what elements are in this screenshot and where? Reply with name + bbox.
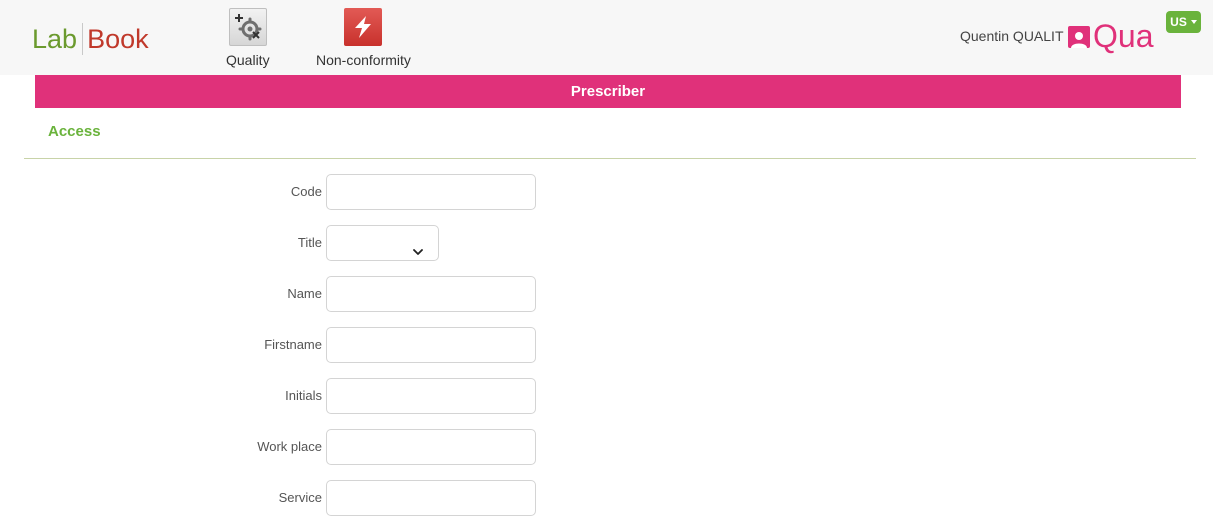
code-input[interactable] <box>326 174 536 210</box>
page-title-band: Prescriber <box>35 75 1181 108</box>
name-label: Name <box>287 286 322 301</box>
initials-label: Initials <box>285 388 322 403</box>
form-row-firstname: Firstname <box>0 327 600 363</box>
code-label: Code <box>290 184 322 199</box>
form-row-name: Name <box>0 276 600 312</box>
section-title-access: Access <box>48 123 101 140</box>
module-non-conformity[interactable]: Non-conformity <box>316 8 411 68</box>
name-input[interactable] <box>326 276 536 312</box>
service-input[interactable] <box>326 480 536 516</box>
app-logo[interactable]: Lab Book <box>32 22 149 56</box>
logo-book-text: Book <box>87 24 149 54</box>
language-dropdown-button[interactable]: US <box>1166 11 1201 33</box>
form-row-initials: Initials <box>0 378 600 414</box>
chevron-down-icon <box>412 237 424 271</box>
title-select[interactable] <box>326 225 439 261</box>
logo-lab-text: Lab <box>32 24 78 54</box>
firstname-input[interactable] <box>326 327 536 363</box>
page-title: Prescriber <box>570 83 646 100</box>
work-place-label: Work place <box>257 439 322 454</box>
module-non-conformity-label: Non-conformity <box>316 52 411 68</box>
module-quality[interactable]: Quality <box>226 8 270 68</box>
work-place-input[interactable] <box>326 429 536 465</box>
form-row-title: Title <box>0 225 600 261</box>
lightning-icon <box>344 8 383 46</box>
service-label: Service <box>278 490 322 505</box>
initials-input[interactable] <box>326 378 536 414</box>
form-row-code: Code <box>0 174 600 210</box>
title-label: Title <box>297 235 322 250</box>
module-quality-label: Quality <box>226 52 270 68</box>
form-row-work-place: Work place <box>0 429 600 465</box>
logo-divider <box>82 23 84 55</box>
firstname-label: Firstname <box>264 337 322 352</box>
quality-gear-icon <box>228 8 267 46</box>
caret-down-icon <box>1190 20 1197 24</box>
user-initials[interactable]: Qua <box>1093 19 1153 53</box>
user-avatar-icon[interactable] <box>1068 26 1090 48</box>
user-name[interactable]: Quentin QUALIT <box>960 28 1064 44</box>
form-row-service: Service <box>0 480 600 516</box>
top-bar: Lab Book Quality Non-conformity Quentin … <box>0 0 1213 75</box>
language-selected: US <box>1170 15 1187 29</box>
section-divider <box>24 158 1196 159</box>
